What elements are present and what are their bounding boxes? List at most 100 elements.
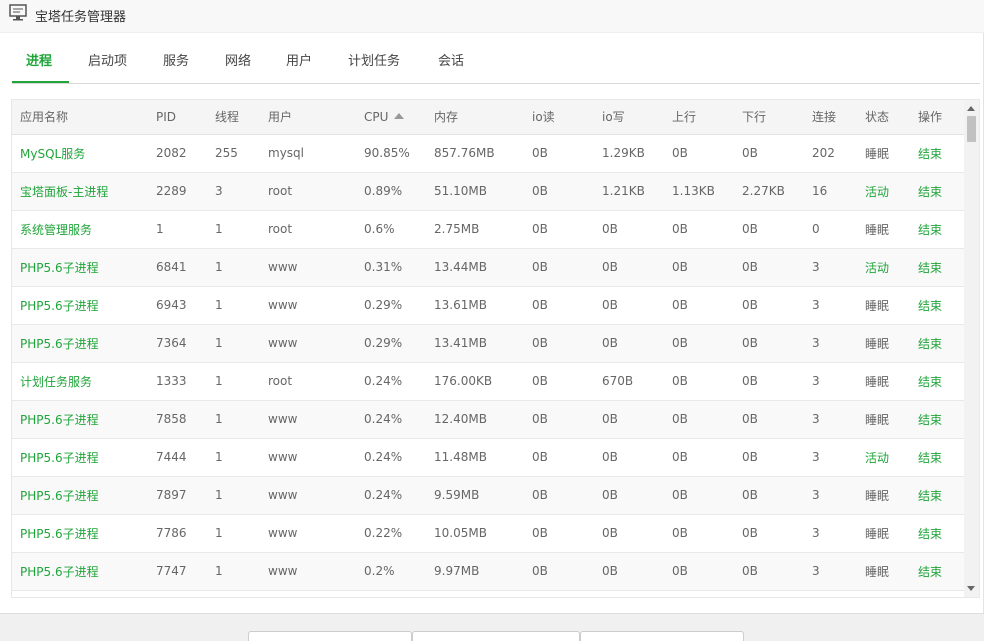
process-name[interactable]: PHP5.6子进程 xyxy=(12,286,148,325)
table-row[interactable]: 系统管理服务 1 1 root 0.6% 2.75MB 0B 0B 0B 0B 0 睡眠 结束 xyxy=(12,210,966,249)
tab-users[interactable]: 用户 xyxy=(286,50,312,69)
tab-sessions[interactable]: 会话 xyxy=(438,50,464,69)
process-state: 活动 xyxy=(857,172,910,211)
process-name[interactable]: PHP5.6子进程 xyxy=(12,552,148,591)
table-row[interactable]: PHP5.6子进程 7786 1 www 0.22% 10.05MB 0B 0B 0B 0B 3 睡眠… xyxy=(12,514,966,553)
process-table-container: 应用名称 PID 线程 用户 CPU 内存 io读 io写 上行 下行 连接 状… xyxy=(11,99,980,598)
column-header-connections[interactable]: 连接 xyxy=(804,100,857,135)
process-io-read: 0B xyxy=(524,172,594,211)
process-name[interactable]: PHP5.6子进程 xyxy=(12,324,148,363)
process-name[interactable]: 计划任务服务 xyxy=(12,362,148,401)
column-header-io-write[interactable]: io写 xyxy=(594,100,664,135)
end-process-button[interactable]: 结束 xyxy=(918,299,942,313)
table-row[interactable]: PHP5.6子进程 6841 1 www 0.31% 13.44MB 0B 0B 0B 0B 3 活动… xyxy=(12,248,966,287)
bottom-button-1[interactable] xyxy=(248,631,412,641)
table-row[interactable]: 计划任务服务 1333 1 root 0.24% 176.00KB 0B 670B 0B 0B 3 睡… xyxy=(12,362,966,401)
bottom-button-3[interactable] xyxy=(580,631,744,641)
column-header-io-read[interactable]: io读 xyxy=(524,100,594,135)
process-pid: 7747 xyxy=(148,552,207,591)
tab-processes[interactable]: 进程 xyxy=(26,50,52,69)
table-row[interactable]: 宝塔面板-主进程 2289 3 root 0.89% 51.10MB 0B 1.21KB 1.1… xyxy=(12,172,966,211)
column-header-cpu[interactable]: CPU xyxy=(356,100,426,135)
scrollbar-thumb[interactable] xyxy=(967,116,976,142)
end-process-button[interactable]: 结束 xyxy=(918,223,942,237)
process-threads: 1 xyxy=(207,324,260,363)
process-download: 0B xyxy=(734,210,804,249)
process-upload: 0B xyxy=(664,324,734,363)
tab-bar: 进程 启动项 服务 网络 用户 计划任务 会话 xyxy=(12,34,980,84)
process-cpu: 0.2% xyxy=(356,552,426,591)
process-state: 睡眠 xyxy=(857,324,910,363)
end-process-button[interactable]: 结束 xyxy=(918,337,942,351)
end-process-button[interactable]: 结束 xyxy=(918,413,942,427)
process-name[interactable]: PHP5.6子进程 xyxy=(12,514,148,553)
process-name[interactable]: PHP5.6子进程 xyxy=(12,400,148,439)
table-row[interactable]: PHP5.6子进程 7364 1 www 0.29% 13.41MB 0B 0B 0B 0B 3 睡眠… xyxy=(12,324,966,363)
column-header-threads[interactable]: 线程 xyxy=(207,100,260,135)
process-cpu: 0.24% xyxy=(356,362,426,401)
end-process-button[interactable]: 结束 xyxy=(918,565,942,579)
process-user: www xyxy=(260,248,356,287)
table-row[interactable]: MySQL服务 2082 255 mysql 90.85% 857.76MB 0B 1.29K… xyxy=(12,134,966,173)
process-io-read: 0B xyxy=(524,286,594,325)
process-download: 0B xyxy=(734,324,804,363)
end-process-button[interactable]: 结束 xyxy=(918,375,942,389)
scroll-up-arrow-icon[interactable] xyxy=(967,106,975,111)
process-io-write: 0B xyxy=(594,514,664,553)
process-threads: 1 xyxy=(207,210,260,249)
tab-startup[interactable]: 启动项 xyxy=(88,50,127,69)
table-row[interactable]: PHP5.6子进程 7747 1 www 0.2% 9.97MB 0B 0B 0B 0B 3 睡眠 结束 xyxy=(12,552,966,591)
tab-services[interactable]: 服务 xyxy=(163,50,189,69)
column-header-download[interactable]: 下行 xyxy=(734,100,804,135)
column-header-user[interactable]: 用户 xyxy=(260,100,356,135)
process-pid: 1333 xyxy=(148,362,207,401)
process-connections: 3 xyxy=(804,248,857,287)
process-threads: 1 xyxy=(207,438,260,477)
process-action-cell: 结束 xyxy=(910,552,966,591)
end-process-button[interactable]: 结束 xyxy=(918,451,942,465)
end-process-button[interactable]: 结束 xyxy=(918,527,942,541)
process-download: 0B xyxy=(734,248,804,287)
process-download: 0B xyxy=(734,476,804,515)
process-name[interactable]: 宝塔面板-主进程 xyxy=(12,172,148,211)
process-io-write: 0B xyxy=(594,210,664,249)
process-cpu: 0.24% xyxy=(356,400,426,439)
process-download: 0B xyxy=(734,286,804,325)
process-threads: 3 xyxy=(207,172,260,211)
vertical-scrollbar[interactable] xyxy=(964,100,979,597)
process-pid: 6841 xyxy=(148,248,207,287)
end-process-button[interactable]: 结束 xyxy=(918,147,942,161)
process-state: 活动 xyxy=(857,438,910,477)
process-name[interactable]: PHP5.6子进程 xyxy=(12,438,148,477)
table-row[interactable]: PHP5.6子进程 7858 1 www 0.24% 12.40MB 0B 0B 0B 0B 3 睡眠… xyxy=(12,400,966,439)
process-upload: 0B xyxy=(664,134,734,173)
column-header-pid[interactable]: PID xyxy=(148,100,207,135)
end-process-button[interactable]: 结束 xyxy=(918,261,942,275)
active-tab-indicator xyxy=(12,81,69,83)
process-name[interactable]: PHP5.6子进程 xyxy=(12,476,148,515)
bottom-button-2[interactable] xyxy=(412,631,580,641)
column-header-state[interactable]: 状态 xyxy=(857,100,910,135)
process-state: 睡眠 xyxy=(857,210,910,249)
scroll-down-arrow-icon[interactable] xyxy=(967,586,975,591)
column-header-upload[interactable]: 上行 xyxy=(664,100,734,135)
table-row[interactable]: PHP5.6子进程 7897 1 www 0.24% 9.59MB 0B 0B 0B 0B 3 睡眠结… xyxy=(12,476,966,515)
process-pid: 7786 xyxy=(148,514,207,553)
tab-network[interactable]: 网络 xyxy=(225,50,251,69)
table-row[interactable]: PHP5.6子进程 6943 1 www 0.29% 13.61MB 0B 0B 0B 0B 3 睡眠… xyxy=(12,286,966,325)
process-name[interactable]: MySQL服务 xyxy=(12,134,148,173)
tab-scheduled-tasks[interactable]: 计划任务 xyxy=(348,50,400,69)
process-state: 睡眠 xyxy=(857,552,910,591)
process-upload: 0B xyxy=(664,552,734,591)
process-state: 睡眠 xyxy=(857,286,910,325)
table-row[interactable]: PHP5.6子进程 7444 1 www 0.24% 11.48MB 0B 0B 0B 0B 3 活动… xyxy=(12,438,966,477)
process-name[interactable]: PHP5.6子进程 xyxy=(12,248,148,287)
process-name[interactable]: 系统管理服务 xyxy=(12,210,148,249)
column-header-memory[interactable]: 内存 xyxy=(426,100,524,135)
process-memory: 51.10MB xyxy=(426,172,524,211)
end-process-button[interactable]: 结束 xyxy=(918,489,942,503)
end-process-button[interactable]: 结束 xyxy=(918,185,942,199)
process-io-write: 1.29KB xyxy=(594,134,664,173)
process-upload: 0B xyxy=(664,210,734,249)
column-header-name[interactable]: 应用名称 xyxy=(12,100,148,135)
